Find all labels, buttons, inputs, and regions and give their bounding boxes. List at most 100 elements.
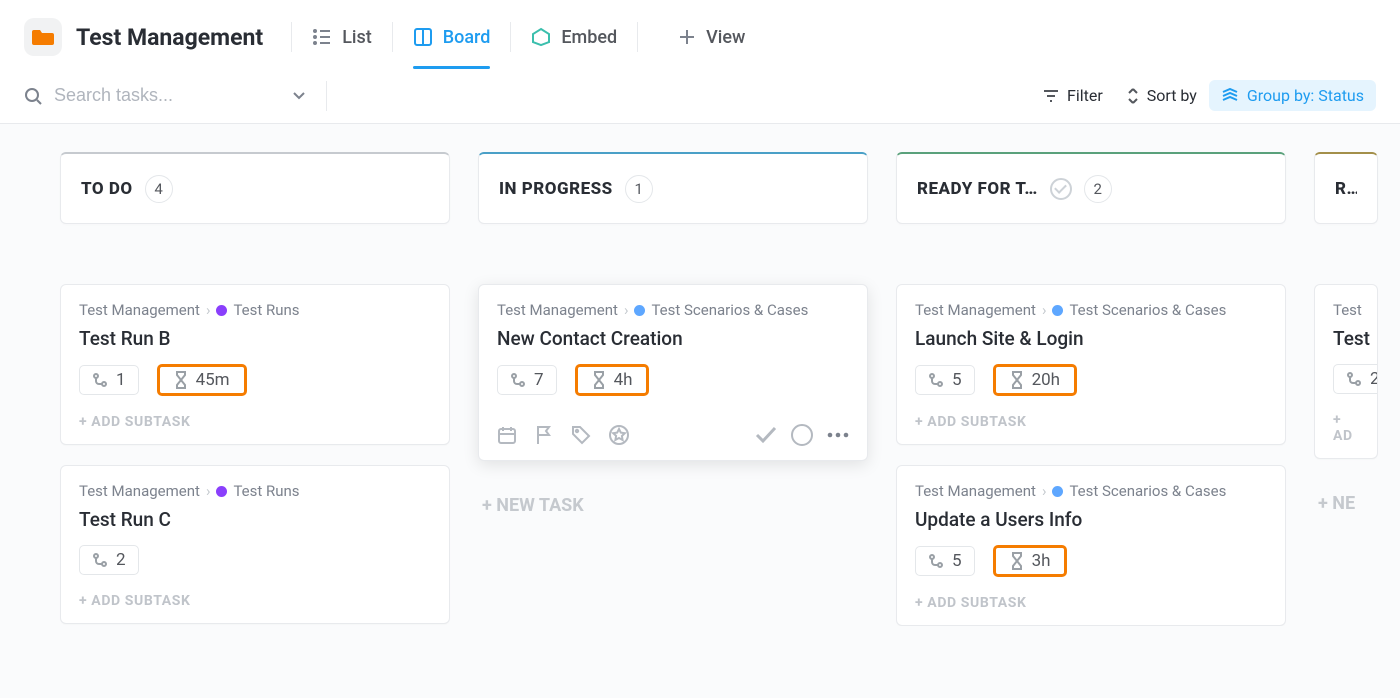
chevron-right-icon: ›	[206, 301, 211, 319]
breadcrumb-parent: Test Management	[915, 482, 1036, 500]
board: TO DO 4 Test Management › Test Runs Test…	[0, 124, 1400, 626]
check-circle-icon	[1050, 178, 1072, 200]
chevron-right-icon: ›	[206, 482, 211, 500]
time-estimate: 45m	[196, 370, 230, 390]
list-color-dot	[216, 305, 227, 316]
add-subtask-button[interactable]: + ADD SUBTASK	[915, 595, 1267, 611]
column-clipped: REA Test Test 2 + AD + NE	[1314, 152, 1378, 514]
task-title: Launch Site & Login	[915, 327, 1267, 350]
column-header[interactable]: IN PROGRESS 1	[478, 152, 868, 224]
assignee-circle-icon[interactable]	[791, 424, 813, 446]
list-color-dot	[216, 486, 227, 497]
subtask-count-chip[interactable]: 2	[79, 545, 139, 575]
subtask-count-chip[interactable]: 1	[79, 365, 139, 395]
column-in-progress: IN PROGRESS 1 Test Management › Test Sce…	[478, 152, 868, 516]
complete-check-icon[interactable]	[755, 426, 777, 444]
breadcrumb-parent: Test Management	[79, 482, 200, 500]
add-subtask-button[interactable]: + AD	[1333, 412, 1359, 444]
breadcrumb-parent: Test Management	[79, 301, 200, 319]
task-card[interactable]: Test Management › Test Runs Test Run C 2…	[60, 465, 450, 624]
sort-button[interactable]: Sort by	[1115, 80, 1209, 111]
subtask-count-chip[interactable]: 5	[915, 546, 975, 576]
due-date-icon[interactable]	[497, 425, 517, 445]
task-title: Test	[1333, 327, 1359, 350]
column-title: IN PROGRESS	[499, 179, 613, 199]
breadcrumb-location: Test Scenarios & Cases	[1069, 301, 1226, 319]
subtask-count: 7	[534, 370, 544, 390]
column-title: TO DO	[81, 179, 133, 199]
more-icon[interactable]	[827, 432, 849, 438]
tab-embed[interactable]: Embed	[511, 19, 637, 55]
search-box[interactable]	[24, 84, 252, 107]
breadcrumb-location: Test Scenarios & Cases	[651, 301, 808, 319]
time-estimate-chip[interactable]: 20h	[993, 364, 1077, 396]
column-title: REA	[1335, 179, 1357, 199]
filter-button[interactable]: Filter	[1031, 80, 1115, 111]
time-estimate-chip[interactable]: 45m	[157, 364, 247, 396]
new-task-button[interactable]: + NEW TASK	[478, 495, 868, 516]
column-count: 1	[625, 175, 653, 203]
tag-icon[interactable]	[571, 425, 591, 445]
hourglass-icon	[174, 371, 188, 389]
task-card[interactable]: Test Management › Test Scenarios & Cases…	[478, 284, 868, 461]
subtask-count-chip[interactable]: 5	[915, 365, 975, 395]
group-label: Group by: Status	[1247, 86, 1364, 105]
column-title: READY FOR T…	[917, 179, 1038, 199]
toolbar: Filter Sort by Group by: Status	[0, 70, 1400, 124]
task-card[interactable]: Test Test 2 + AD	[1314, 284, 1378, 459]
add-view-button[interactable]: View	[658, 19, 765, 55]
list-color-dot	[634, 305, 645, 316]
tab-board[interactable]: Board	[393, 19, 511, 55]
add-subtask-button[interactable]: + ADD SUBTASK	[79, 414, 431, 430]
time-estimate: 4h	[614, 370, 633, 390]
time-estimate-chip[interactable]: 3h	[993, 545, 1068, 577]
page-title: Test Management	[76, 24, 263, 51]
task-card[interactable]: Test Management › Test Scenarios & Cases…	[896, 284, 1286, 445]
column-todo: TO DO 4 Test Management › Test Runs Test…	[60, 152, 450, 624]
time-estimate-chip[interactable]: 4h	[575, 364, 650, 396]
search-expand-icon[interactable]	[292, 86, 306, 105]
task-title: New Contact Creation	[497, 327, 849, 350]
task-title: Test Run C	[79, 508, 431, 531]
divider	[637, 22, 638, 52]
star-icon[interactable]	[609, 425, 629, 445]
time-estimate: 3h	[1032, 551, 1051, 571]
add-view-label: View	[706, 27, 745, 48]
new-task-button[interactable]: + NE	[1314, 493, 1378, 514]
subtask-count: 2	[1370, 369, 1378, 389]
column-header[interactable]: REA	[1314, 152, 1378, 224]
column-header[interactable]: READY FOR T… 2	[896, 152, 1286, 224]
list-color-dot	[1052, 486, 1063, 497]
hourglass-icon	[592, 371, 606, 389]
column-header[interactable]: TO DO 4	[60, 152, 450, 224]
sort-icon	[1127, 88, 1139, 104]
sort-label: Sort by	[1147, 86, 1197, 105]
column-ready-for-testing: READY FOR T… 2 Test Management › Test Sc…	[896, 152, 1286, 626]
hourglass-icon	[1010, 371, 1024, 389]
task-card[interactable]: Test Management › Test Runs Test Run B 1…	[60, 284, 450, 445]
add-subtask-button[interactable]: + ADD SUBTASK	[915, 414, 1267, 430]
task-card[interactable]: Test Management › Test Scenarios & Cases…	[896, 465, 1286, 626]
search-icon	[24, 87, 42, 105]
tab-list[interactable]: List	[292, 19, 392, 55]
add-subtask-button[interactable]: + ADD SUBTASK	[79, 593, 431, 609]
task-title: Test Run B	[79, 327, 431, 350]
list-color-dot	[1052, 305, 1063, 316]
breadcrumb-parent: Test Management	[915, 301, 1036, 319]
breadcrumb-parent: Test	[1333, 301, 1362, 319]
hourglass-icon	[1010, 552, 1024, 570]
breadcrumb-parent: Test Management	[497, 301, 618, 319]
divider	[326, 81, 327, 111]
subtask-count-chip[interactable]: 2	[1333, 364, 1378, 394]
chevron-right-icon: ›	[1042, 482, 1047, 500]
tab-board-label: Board	[443, 27, 491, 48]
search-input[interactable]	[52, 84, 252, 107]
subtask-count-chip[interactable]: 7	[497, 365, 557, 395]
priority-flag-icon[interactable]	[535, 425, 553, 445]
time-estimate: 20h	[1032, 370, 1060, 390]
breadcrumb-location: Test Runs	[233, 301, 299, 319]
page-header: Test Management List Board Embed View	[0, 0, 1400, 70]
group-by-button[interactable]: Group by: Status	[1209, 80, 1376, 111]
tab-list-label: List	[342, 27, 372, 48]
tab-embed-label: Embed	[561, 27, 617, 48]
